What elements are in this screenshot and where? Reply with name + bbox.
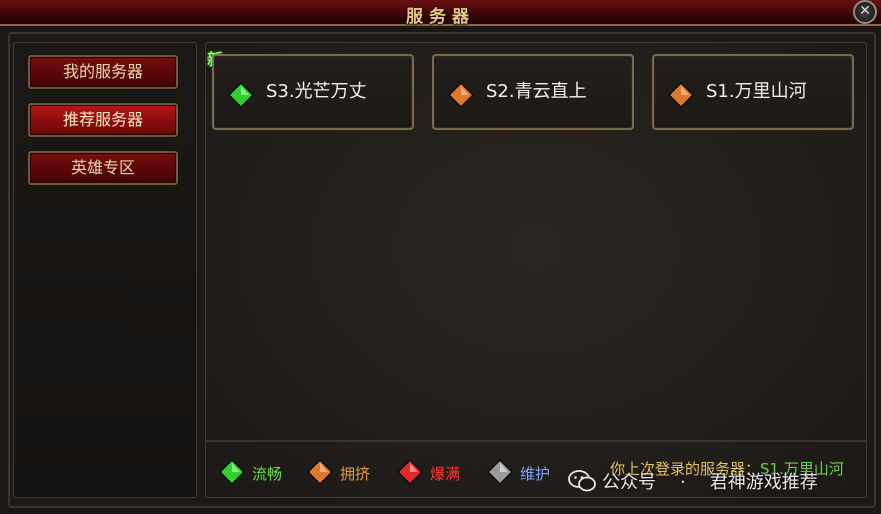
server-card-s2[interactable]: S2.青云直上 <box>432 54 634 130</box>
orange-gem-icon <box>306 458 334 486</box>
grey-gem-icon <box>486 458 514 486</box>
watermark-account-label: 公众号 <box>602 472 656 493</box>
legend-label: 维护 <box>520 465 551 483</box>
sidebar: 我的服务器 推荐服务器 英雄专区 <box>13 42 197 498</box>
status-gem-icon <box>448 82 474 108</box>
server-name: S3.光芒万丈 <box>266 81 367 102</box>
server-card-s3[interactable]: S3.光芒万丈 <box>212 54 414 130</box>
window-title: 服务器 <box>406 7 475 27</box>
sidebar-item-hero-zone[interactable]: 英雄专区 <box>28 151 178 185</box>
server-select-window: 服务器 ✕ 我的服务器 推荐服务器 英雄专区 新 S3.光芒万丈 S2.青云直上… <box>0 0 881 514</box>
wechat-icon <box>568 470 596 492</box>
close-icon: ✕ <box>859 3 871 19</box>
server-card-s1[interactable]: S1.万里山河 <box>652 54 854 130</box>
watermark-account-name: 君神游戏推荐 <box>709 472 818 493</box>
red-gem-icon <box>396 458 424 486</box>
watermark: 公众号 · 君神游戏推荐 <box>568 468 818 494</box>
server-name: S1.万里山河 <box>706 81 807 102</box>
status-gem-icon <box>668 82 694 108</box>
legend-label: 流畅 <box>252 465 283 483</box>
watermark-separator: · <box>680 472 686 493</box>
title-bar: 服务器 ✕ <box>0 0 881 27</box>
status-gem-icon <box>228 82 254 108</box>
server-name: S2.青云直上 <box>486 81 587 102</box>
legend-label: 拥挤 <box>340 465 371 483</box>
legend-label: 爆满 <box>430 465 461 483</box>
sidebar-item-my-servers[interactable]: 我的服务器 <box>28 55 178 89</box>
close-button[interactable]: ✕ <box>853 0 877 24</box>
sidebar-item-recommended-servers[interactable]: 推荐服务器 <box>28 103 178 137</box>
green-gem-icon <box>218 458 246 486</box>
